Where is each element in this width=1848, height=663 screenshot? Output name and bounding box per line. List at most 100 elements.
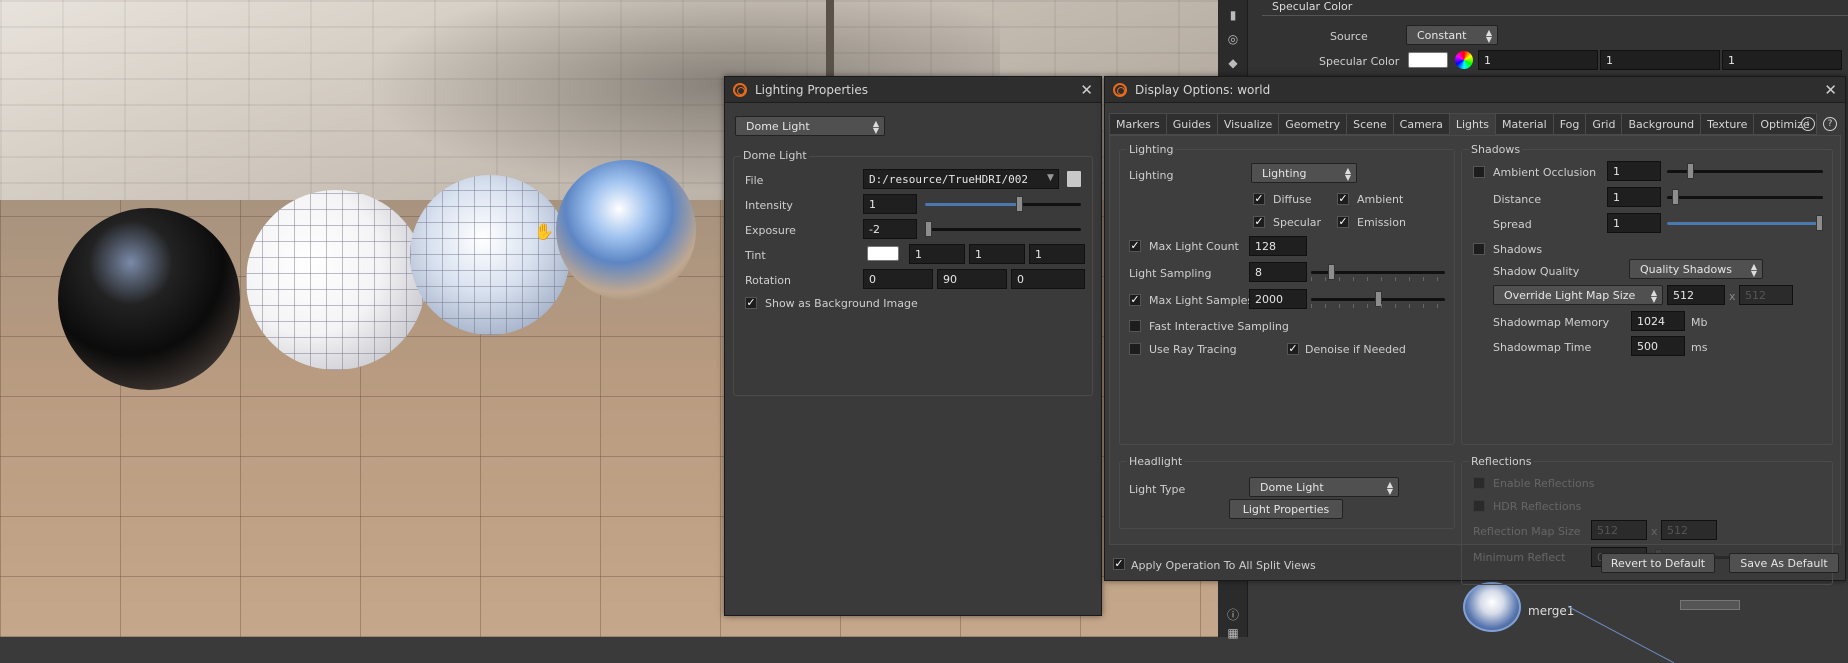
- titlebar[interactable]: Lighting Properties ✕: [725, 77, 1101, 103]
- dropdown-icon[interactable]: ▼: [1047, 173, 1054, 183]
- tab-grid[interactable]: Grid: [1585, 113, 1623, 135]
- tab-background[interactable]: Background: [1621, 113, 1702, 135]
- show-bg-checkbox[interactable]: ✓: [745, 297, 757, 309]
- ambient-occlusion-label: Ambient Occlusion: [1493, 166, 1597, 179]
- tint-swatch[interactable]: [867, 246, 899, 261]
- ray-tracing-checkbox[interactable]: [1129, 343, 1141, 355]
- slider-handle[interactable]: [1015, 196, 1023, 212]
- updown-arrow-icon: ▲ ▼: [1650, 288, 1657, 304]
- light-sampling-slider[interactable]: [1311, 264, 1445, 280]
- tint-b-field[interactable]: 1: [1029, 244, 1085, 264]
- specular-checkbox[interactable]: ✓: [1253, 216, 1265, 228]
- shadow-quality-combo[interactable]: Quality Shadows ▲ ▼: [1629, 259, 1763, 279]
- slider-handle[interactable]: [1671, 189, 1679, 205]
- tint-g-field[interactable]: 1: [969, 244, 1025, 264]
- slider-handle[interactable]: [1816, 215, 1823, 231]
- file-field[interactable]: D:/resource/TrueHDRI/002: [863, 169, 1059, 189]
- close-icon[interactable]: ✕: [1080, 81, 1093, 99]
- reflection-map-size-2-field[interactable]: 512: [1661, 520, 1717, 540]
- time-unit: ms: [1691, 341, 1708, 354]
- slider-handle[interactable]: [925, 221, 932, 237]
- specular-g-field[interactable]: 1: [1600, 50, 1720, 70]
- tab-lights[interactable]: Lights: [1448, 113, 1497, 135]
- emission-checkbox[interactable]: ✓: [1337, 216, 1349, 228]
- intensity-field[interactable]: 1: [863, 194, 917, 214]
- apply-all-views-checkbox[interactable]: ✓: [1113, 558, 1125, 570]
- info-icon[interactable]: i: [1801, 117, 1815, 131]
- revert-to-default-button[interactable]: Revert to Default: [1601, 553, 1715, 573]
- tab-fog[interactable]: Fog: [1552, 113, 1587, 135]
- lighting-mode-combo[interactable]: Lighting ▲ ▼: [1251, 163, 1357, 183]
- diffuse-checkbox[interactable]: ✓: [1253, 193, 1265, 205]
- rotation-z-field[interactable]: 0: [1011, 269, 1085, 289]
- ambient-occlusion-field[interactable]: 1: [1607, 161, 1661, 181]
- distance-slider[interactable]: [1667, 189, 1823, 205]
- map-size-x: x: [1729, 290, 1736, 303]
- updown-arrow-icon: ▲ ▼: [1750, 262, 1757, 278]
- shadows-checkbox[interactable]: [1473, 243, 1485, 255]
- override-map-size-combo[interactable]: Override Light Map Size ▲ ▼: [1493, 285, 1663, 305]
- intensity-slider[interactable]: [925, 196, 1081, 212]
- max-light-samples-field[interactable]: 2000: [1249, 289, 1307, 309]
- rotation-y-field[interactable]: 90: [937, 269, 1007, 289]
- specular-b-field[interactable]: 1: [1722, 50, 1842, 70]
- node-output[interactable]: [1680, 600, 1740, 610]
- tab-texture[interactable]: Texture: [1700, 113, 1755, 135]
- ambient-checkbox[interactable]: ✓: [1337, 193, 1349, 205]
- specular-color-header: Specular Color: [1262, 0, 1848, 16]
- specular-color-swatch[interactable]: [1408, 52, 1448, 68]
- shadowmap-memory-label: Shadowmap Memory: [1493, 316, 1610, 329]
- tab-geometry[interactable]: Geometry: [1278, 113, 1348, 135]
- close-icon[interactable]: ✕: [1824, 81, 1837, 99]
- light-type-combo[interactable]: Dome Light ▲ ▼: [735, 116, 885, 136]
- file-chooser-icon[interactable]: [1067, 171, 1081, 187]
- light-properties-button[interactable]: Light Properties: [1229, 499, 1343, 519]
- shadowmap-memory-field[interactable]: 1024: [1631, 311, 1685, 331]
- slider-handle[interactable]: [1687, 163, 1695, 179]
- light-sampling-field[interactable]: 8: [1249, 262, 1307, 282]
- window-title: Lighting Properties: [755, 83, 868, 97]
- source-combo[interactable]: Constant ▲ ▼: [1406, 25, 1498, 45]
- enable-reflections-checkbox[interactable]: [1473, 477, 1485, 489]
- help-icon[interactable]: ?: [1823, 117, 1837, 131]
- tab-guides[interactable]: Guides: [1165, 113, 1218, 135]
- distance-field[interactable]: 1: [1607, 187, 1661, 207]
- tab-material[interactable]: Material: [1495, 113, 1554, 135]
- shadowmap-time-field[interactable]: 500: [1631, 336, 1685, 356]
- reflection-map-size-field[interactable]: 512: [1591, 520, 1647, 540]
- save-as-default-button[interactable]: Save As Default: [1729, 553, 1839, 573]
- exposure-field[interactable]: -2: [863, 219, 917, 239]
- spread-slider[interactable]: [1667, 215, 1823, 231]
- denoise-checkbox[interactable]: ✓: [1287, 343, 1299, 355]
- pin-icon[interactable]: ◎: [1224, 30, 1242, 48]
- lock-icon[interactable]: ▮: [1224, 6, 1242, 24]
- merge-node-icon[interactable]: [1463, 582, 1521, 632]
- info-icon[interactable]: ⓘ: [1224, 606, 1242, 624]
- layout-icon[interactable]: ▦: [1224, 624, 1242, 642]
- spread-field[interactable]: 1: [1607, 213, 1661, 233]
- tab-scene[interactable]: Scene: [1346, 113, 1394, 135]
- tab-camera[interactable]: Camera: [1392, 113, 1450, 135]
- map-size-2-field[interactable]: 512: [1739, 285, 1793, 305]
- map-size-field[interactable]: 512: [1667, 285, 1725, 305]
- tint-r-field[interactable]: 1: [909, 244, 965, 264]
- hdr-reflections-checkbox[interactable]: [1473, 500, 1485, 512]
- titlebar[interactable]: Display Options: world ✕: [1105, 77, 1845, 103]
- max-light-samples-slider[interactable]: [1311, 291, 1445, 307]
- headlight-type-combo[interactable]: Dome Light ▲ ▼: [1249, 477, 1399, 497]
- eye-icon[interactable]: ◆: [1224, 54, 1242, 72]
- display-options-window: Display Options: world ✕ Markers Guides Vi…: [1104, 76, 1846, 585]
- exposure-slider[interactable]: [925, 221, 1081, 237]
- rotation-x-field[interactable]: 0: [863, 269, 933, 289]
- ambient-occlusion-checkbox[interactable]: [1473, 166, 1485, 178]
- max-light-samples-checkbox[interactable]: ✓: [1129, 294, 1141, 306]
- houdini-logo-icon: [733, 83, 747, 97]
- max-light-count-checkbox[interactable]: ✓: [1129, 240, 1141, 252]
- ambient-occlusion-slider[interactable]: [1667, 163, 1823, 179]
- color-wheel-icon[interactable]: [1455, 51, 1473, 69]
- tab-markers[interactable]: Markers: [1109, 113, 1167, 135]
- max-light-count-field[interactable]: 128: [1249, 236, 1307, 256]
- tab-visualize[interactable]: Visualize: [1216, 113, 1280, 135]
- specular-r-field[interactable]: 1: [1478, 50, 1598, 70]
- fast-interactive-checkbox[interactable]: [1129, 320, 1141, 332]
